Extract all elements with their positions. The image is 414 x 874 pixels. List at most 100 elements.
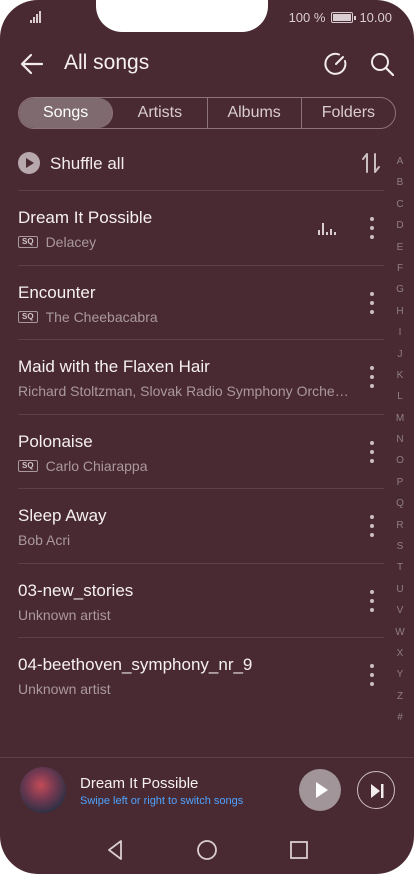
song-meta: Unknown artist xyxy=(18,607,111,623)
album-art[interactable] xyxy=(20,767,66,813)
song-artist: Bob Acri xyxy=(18,532,71,548)
song-list: Dream It Possible SQ Delacey Encounter SQ The… xyxy=(18,190,384,712)
song-artist: Unknown artist xyxy=(18,606,111,623)
index-letter[interactable]: W xyxy=(392,627,408,648)
status-bar: 100 % 10.00 xyxy=(0,0,414,34)
tab-artists-label: Artists xyxy=(137,104,183,121)
app-header: All songs xyxy=(0,40,414,86)
tab-albums-label: Albums xyxy=(227,104,281,121)
index-letter[interactable]: R xyxy=(392,520,408,541)
system-nav-bar xyxy=(0,828,414,874)
nav-back-icon[interactable] xyxy=(104,838,128,862)
next-track-button[interactable] xyxy=(357,771,395,809)
song-row[interactable]: 04-beethoven_symphony_nr_9 Unknown artist xyxy=(18,637,384,712)
page-title: All songs xyxy=(64,51,150,74)
nav-home-icon[interactable] xyxy=(195,838,219,862)
index-letter[interactable]: # xyxy=(392,712,408,733)
index-letter[interactable]: I xyxy=(392,327,408,348)
song-title: Encounter xyxy=(18,282,96,302)
battery-icon xyxy=(331,12,357,23)
more-options-icon[interactable] xyxy=(368,217,376,239)
song-title: Polonaise xyxy=(18,431,93,451)
song-title: 03-new_stories xyxy=(18,580,134,600)
index-letter[interactable]: O xyxy=(392,455,408,476)
swipe-hint: Swipe left or right to switch songs xyxy=(80,795,244,807)
index-letter[interactable]: J xyxy=(392,349,408,370)
song-meta: Unknown artist xyxy=(18,681,111,697)
shuffle-play-icon[interactable] xyxy=(18,152,40,174)
mini-player[interactable]: Dream It Possible Swipe left or right to… xyxy=(0,757,414,823)
phone-screen: 100 % 10.00 All songs Songs Artists Albu… xyxy=(0,0,414,874)
more-options-icon[interactable] xyxy=(368,440,376,463)
shuffle-all-row[interactable]: Shuffle all xyxy=(18,148,384,180)
index-letter[interactable]: V xyxy=(392,605,408,626)
song-row[interactable]: Polonaise SQ Carlo Chiarappa xyxy=(18,413,384,489)
signal-icon xyxy=(30,11,44,23)
song-artist: Richard Stoltzman, Slovak Radio Symphony… xyxy=(18,383,349,399)
now-playing-icon xyxy=(318,223,336,235)
more-options-icon[interactable] xyxy=(368,366,376,388)
song-artist: The Cheebacabra xyxy=(45,308,158,325)
index-letter[interactable]: D xyxy=(392,220,408,241)
more-options-icon[interactable] xyxy=(368,664,376,686)
index-letter[interactable]: P xyxy=(392,477,408,498)
song-meta: SQ Delacey xyxy=(18,234,96,250)
index-letter[interactable]: X xyxy=(392,648,408,669)
song-title: Sleep Away xyxy=(18,506,107,525)
index-letter[interactable]: S xyxy=(392,541,408,562)
more-options-icon[interactable] xyxy=(368,291,376,314)
sort-icon[interactable] xyxy=(360,151,382,175)
more-options-icon[interactable] xyxy=(368,515,376,537)
song-title: Dream It Possible xyxy=(18,208,153,227)
song-artist: Delacey xyxy=(45,234,97,250)
tab-albums[interactable]: Albums xyxy=(208,98,302,128)
index-letter[interactable]: N xyxy=(392,434,408,455)
song-meta: SQ The Cheebacabra xyxy=(18,309,158,325)
tab-songs[interactable]: Songs xyxy=(19,98,114,128)
search-icon[interactable] xyxy=(368,50,396,78)
song-meta: Richard Stoltzman, Slovak Radio Symphony… xyxy=(18,383,349,399)
skip-next-icon xyxy=(371,784,384,798)
song-artist: Carlo Chiarappa xyxy=(45,457,148,474)
more-options-icon[interactable] xyxy=(368,589,376,612)
index-letter[interactable]: T xyxy=(392,562,408,583)
sq-badge: SQ xyxy=(18,459,38,472)
song-title: Maid with the Flaxen Hair xyxy=(18,357,210,376)
play-button[interactable] xyxy=(299,769,341,811)
view-tabs: Songs Artists Albums Folders xyxy=(18,97,396,129)
song-artist: Unknown artist xyxy=(18,681,111,697)
song-row[interactable]: Encounter SQ The Cheebacabra xyxy=(18,264,384,340)
index-letter[interactable]: Z xyxy=(392,691,408,712)
song-meta: SQ Carlo Chiarappa xyxy=(18,458,148,474)
index-letter[interactable]: B xyxy=(392,177,408,198)
index-letter[interactable]: Q xyxy=(392,498,408,519)
song-row[interactable]: Maid with the Flaxen Hair Richard Stoltzm… xyxy=(18,339,384,414)
battery-percent: 100 % xyxy=(288,10,326,25)
song-meta: Bob Acri xyxy=(18,532,70,548)
index-letter[interactable]: H xyxy=(392,306,408,327)
index-letter[interactable]: G xyxy=(392,284,408,305)
index-letter[interactable]: K xyxy=(392,370,408,391)
index-letter[interactable]: Y xyxy=(392,669,408,690)
song-row[interactable]: Sleep Away Bob Acri xyxy=(18,488,384,563)
nav-recents-icon[interactable] xyxy=(287,838,311,862)
index-letter[interactable]: C xyxy=(392,199,408,220)
index-letter[interactable]: A xyxy=(392,156,408,177)
index-letter[interactable]: L xyxy=(392,391,408,412)
tab-songs-label: Songs xyxy=(42,104,89,121)
song-row[interactable]: Dream It Possible SQ Delacey xyxy=(18,190,384,265)
tab-folders[interactable]: Folders xyxy=(302,98,395,128)
alphabet-index[interactable]: A B C D E F G H I J K L M N O P Q R S T U V W X Y Z # xyxy=(392,156,408,734)
clock: 10.00 xyxy=(359,10,392,25)
tab-artists[interactable]: Artists xyxy=(113,98,208,128)
song-row[interactable]: 03-new_stories Unknown artist xyxy=(18,562,384,638)
index-letter[interactable]: U xyxy=(392,584,408,605)
shuffle-all-label: Shuffle all xyxy=(50,154,125,173)
sleep-timer-icon[interactable] xyxy=(322,50,350,78)
index-letter[interactable]: M xyxy=(392,413,408,434)
sq-badge: SQ xyxy=(18,310,38,323)
sq-badge: SQ xyxy=(18,236,38,248)
index-letter[interactable]: F xyxy=(392,263,408,284)
back-arrow-icon[interactable] xyxy=(18,50,46,78)
index-letter[interactable]: E xyxy=(392,242,408,263)
